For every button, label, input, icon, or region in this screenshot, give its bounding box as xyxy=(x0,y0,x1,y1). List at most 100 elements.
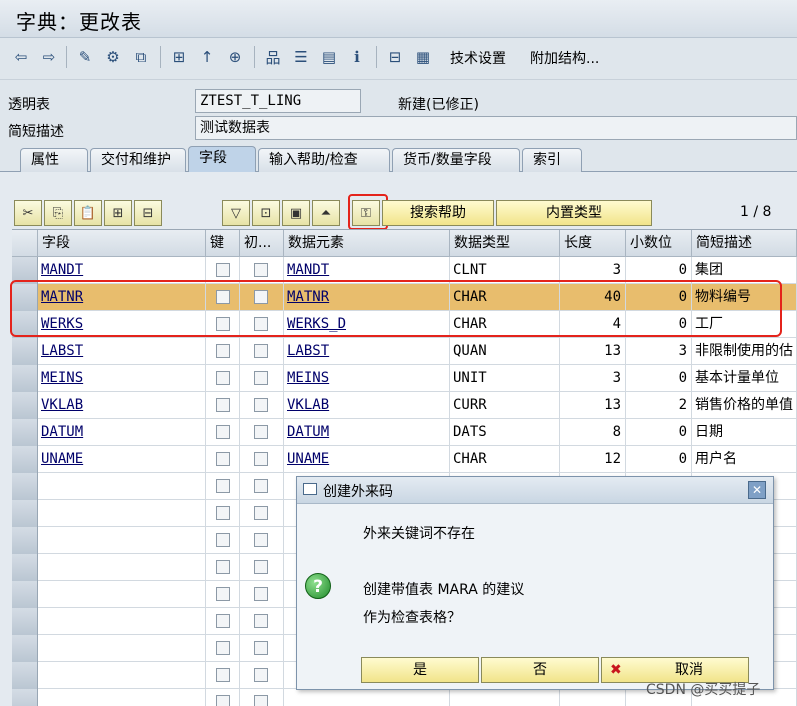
hierarchy-icon[interactable]: 品 xyxy=(262,46,284,68)
data-element-cell[interactable]: MEINS xyxy=(284,365,450,392)
key-checkbox[interactable] xyxy=(216,560,230,574)
initial-checkbox[interactable] xyxy=(254,668,268,682)
row-selector[interactable] xyxy=(12,635,38,662)
table-row[interactable]: MEINS MEINS UNIT 3 0 基本计量单位 xyxy=(12,365,797,392)
structure-icon[interactable]: ⊟ xyxy=(384,46,406,68)
search-help-button[interactable]: 搜索帮助 xyxy=(382,200,494,226)
insert-row-icon[interactable]: ⊞ xyxy=(104,200,132,226)
column-header-length[interactable]: 长度 xyxy=(560,230,626,257)
row-selector[interactable] xyxy=(12,419,38,446)
key-checkbox[interactable] xyxy=(216,344,230,358)
check-icon[interactable]: ⚙ xyxy=(102,46,124,68)
row-selector[interactable] xyxy=(12,689,38,706)
initial-checkbox[interactable] xyxy=(254,560,268,574)
paste-icon[interactable]: 📋 xyxy=(74,200,102,226)
tab-currency[interactable]: 货币/数量字段 xyxy=(392,148,520,172)
navigation-icon[interactable]: ⊕ xyxy=(224,46,246,68)
key-checkbox[interactable] xyxy=(216,506,230,520)
no-button[interactable]: 否 xyxy=(481,657,599,683)
yes-button[interactable]: 是 xyxy=(361,657,479,683)
tab-input-help[interactable]: 输入帮助/检查 xyxy=(258,148,390,172)
column-header-key[interactable]: 键 xyxy=(206,230,240,257)
tab-indexes[interactable]: 索引 xyxy=(522,148,582,172)
field-name-cell[interactable]: VKLAB xyxy=(38,392,206,419)
field-name-cell[interactable] xyxy=(38,554,206,581)
column-header-data-element[interactable]: 数据元素 xyxy=(284,230,450,257)
calendar-icon[interactable]: ▣ xyxy=(282,200,310,226)
key-checkbox[interactable] xyxy=(216,371,230,385)
delete-row-icon[interactable]: ⊟ xyxy=(134,200,162,226)
initial-checkbox[interactable] xyxy=(254,398,268,412)
field-name-cell[interactable]: MEINS xyxy=(38,365,206,392)
column-header-field[interactable]: 字段 xyxy=(38,230,206,257)
column-header-desc[interactable]: 简短描述 xyxy=(692,230,797,257)
table-row[interactable]: UNAME UNAME CHAR 12 0 用户名 xyxy=(12,446,797,473)
table-row[interactable]: DATUM DATUM DATS 8 0 日期 xyxy=(12,419,797,446)
key-checkbox[interactable] xyxy=(216,452,230,466)
row-selector[interactable] xyxy=(12,527,38,554)
short-desc-field[interactable]: 测试数据表 xyxy=(195,116,797,140)
key-checkbox[interactable] xyxy=(216,533,230,547)
data-element-cell[interactable]: LABST xyxy=(284,338,450,365)
pin-icon[interactable]: ↑ xyxy=(196,46,218,68)
initial-checkbox[interactable] xyxy=(254,479,268,493)
detail-icon[interactable]: ⊡ xyxy=(252,200,280,226)
row-selector[interactable] xyxy=(12,392,38,419)
key-checkbox[interactable] xyxy=(216,425,230,439)
field-name-cell[interactable] xyxy=(38,473,206,500)
back-arrow-icon[interactable]: ⇦ xyxy=(10,46,32,68)
field-name-cell[interactable] xyxy=(38,581,206,608)
data-element-cell[interactable]: UNAME xyxy=(284,446,450,473)
row-selector[interactable] xyxy=(12,581,38,608)
key-checkbox[interactable] xyxy=(216,263,230,277)
initial-checkbox[interactable] xyxy=(254,263,268,277)
where-used-icon[interactable]: ⊞ xyxy=(168,46,190,68)
key-checkbox[interactable] xyxy=(216,695,230,706)
row-selector[interactable] xyxy=(12,446,38,473)
column-header-data-type[interactable]: 数据类型 xyxy=(450,230,560,257)
data-element-cell[interactable] xyxy=(284,689,450,706)
initial-checkbox[interactable] xyxy=(254,533,268,547)
row-selector[interactable] xyxy=(12,608,38,635)
row-selector[interactable] xyxy=(12,338,38,365)
field-name-cell[interactable]: LABST xyxy=(38,338,206,365)
key-checkbox[interactable] xyxy=(216,641,230,655)
row-selector[interactable] xyxy=(12,473,38,500)
field-name-cell[interactable] xyxy=(38,662,206,689)
key-checkbox[interactable] xyxy=(216,587,230,601)
builtin-type-button[interactable]: 内置类型 xyxy=(496,200,652,226)
initial-checkbox[interactable] xyxy=(254,425,268,439)
sort-icon[interactable]: ⏶ xyxy=(312,200,340,226)
row-selector[interactable] xyxy=(12,554,38,581)
row-selector[interactable] xyxy=(12,662,38,689)
key-checkbox[interactable] xyxy=(216,614,230,628)
close-icon[interactable]: ✕ xyxy=(748,481,766,499)
row-selector[interactable] xyxy=(12,365,38,392)
field-name-cell[interactable]: UNAME xyxy=(38,446,206,473)
initial-checkbox[interactable] xyxy=(254,614,268,628)
cut-icon[interactable]: ✂ xyxy=(14,200,42,226)
table-row[interactable]: LABST LABST QUAN 13 3 非限制使用的估 xyxy=(12,338,797,365)
row-selector[interactable] xyxy=(12,500,38,527)
select-all-header[interactable] xyxy=(12,230,38,257)
forward-arrow-icon[interactable]: ⇨ xyxy=(38,46,60,68)
filter-icon[interactable]: ▽ xyxy=(222,200,250,226)
activate-icon[interactable]: ⧉ xyxy=(130,46,152,68)
field-name-cell[interactable]: DATUM xyxy=(38,419,206,446)
initial-checkbox[interactable] xyxy=(254,371,268,385)
technical-settings-button[interactable]: 技术设置 xyxy=(450,48,506,68)
table-row[interactable]: VKLAB VKLAB CURR 13 2 销售价格的单值 xyxy=(12,392,797,419)
tab-delivery[interactable]: 交付和维护 xyxy=(90,148,186,172)
column-header-decimals[interactable]: 小数位 xyxy=(626,230,692,257)
field-name-cell[interactable] xyxy=(38,527,206,554)
initial-checkbox[interactable] xyxy=(254,452,268,466)
append-structure-button[interactable]: 附加结构... xyxy=(530,48,599,68)
initial-checkbox[interactable] xyxy=(254,344,268,358)
field-name-cell[interactable] xyxy=(38,635,206,662)
data-element-cell[interactable]: VKLAB xyxy=(284,392,450,419)
initial-checkbox[interactable] xyxy=(254,587,268,601)
data-element-cell[interactable]: DATUM xyxy=(284,419,450,446)
stack-icon[interactable]: ☰ xyxy=(290,46,312,68)
info-icon[interactable]: ℹ xyxy=(346,46,368,68)
field-name-cell[interactable] xyxy=(38,689,206,706)
